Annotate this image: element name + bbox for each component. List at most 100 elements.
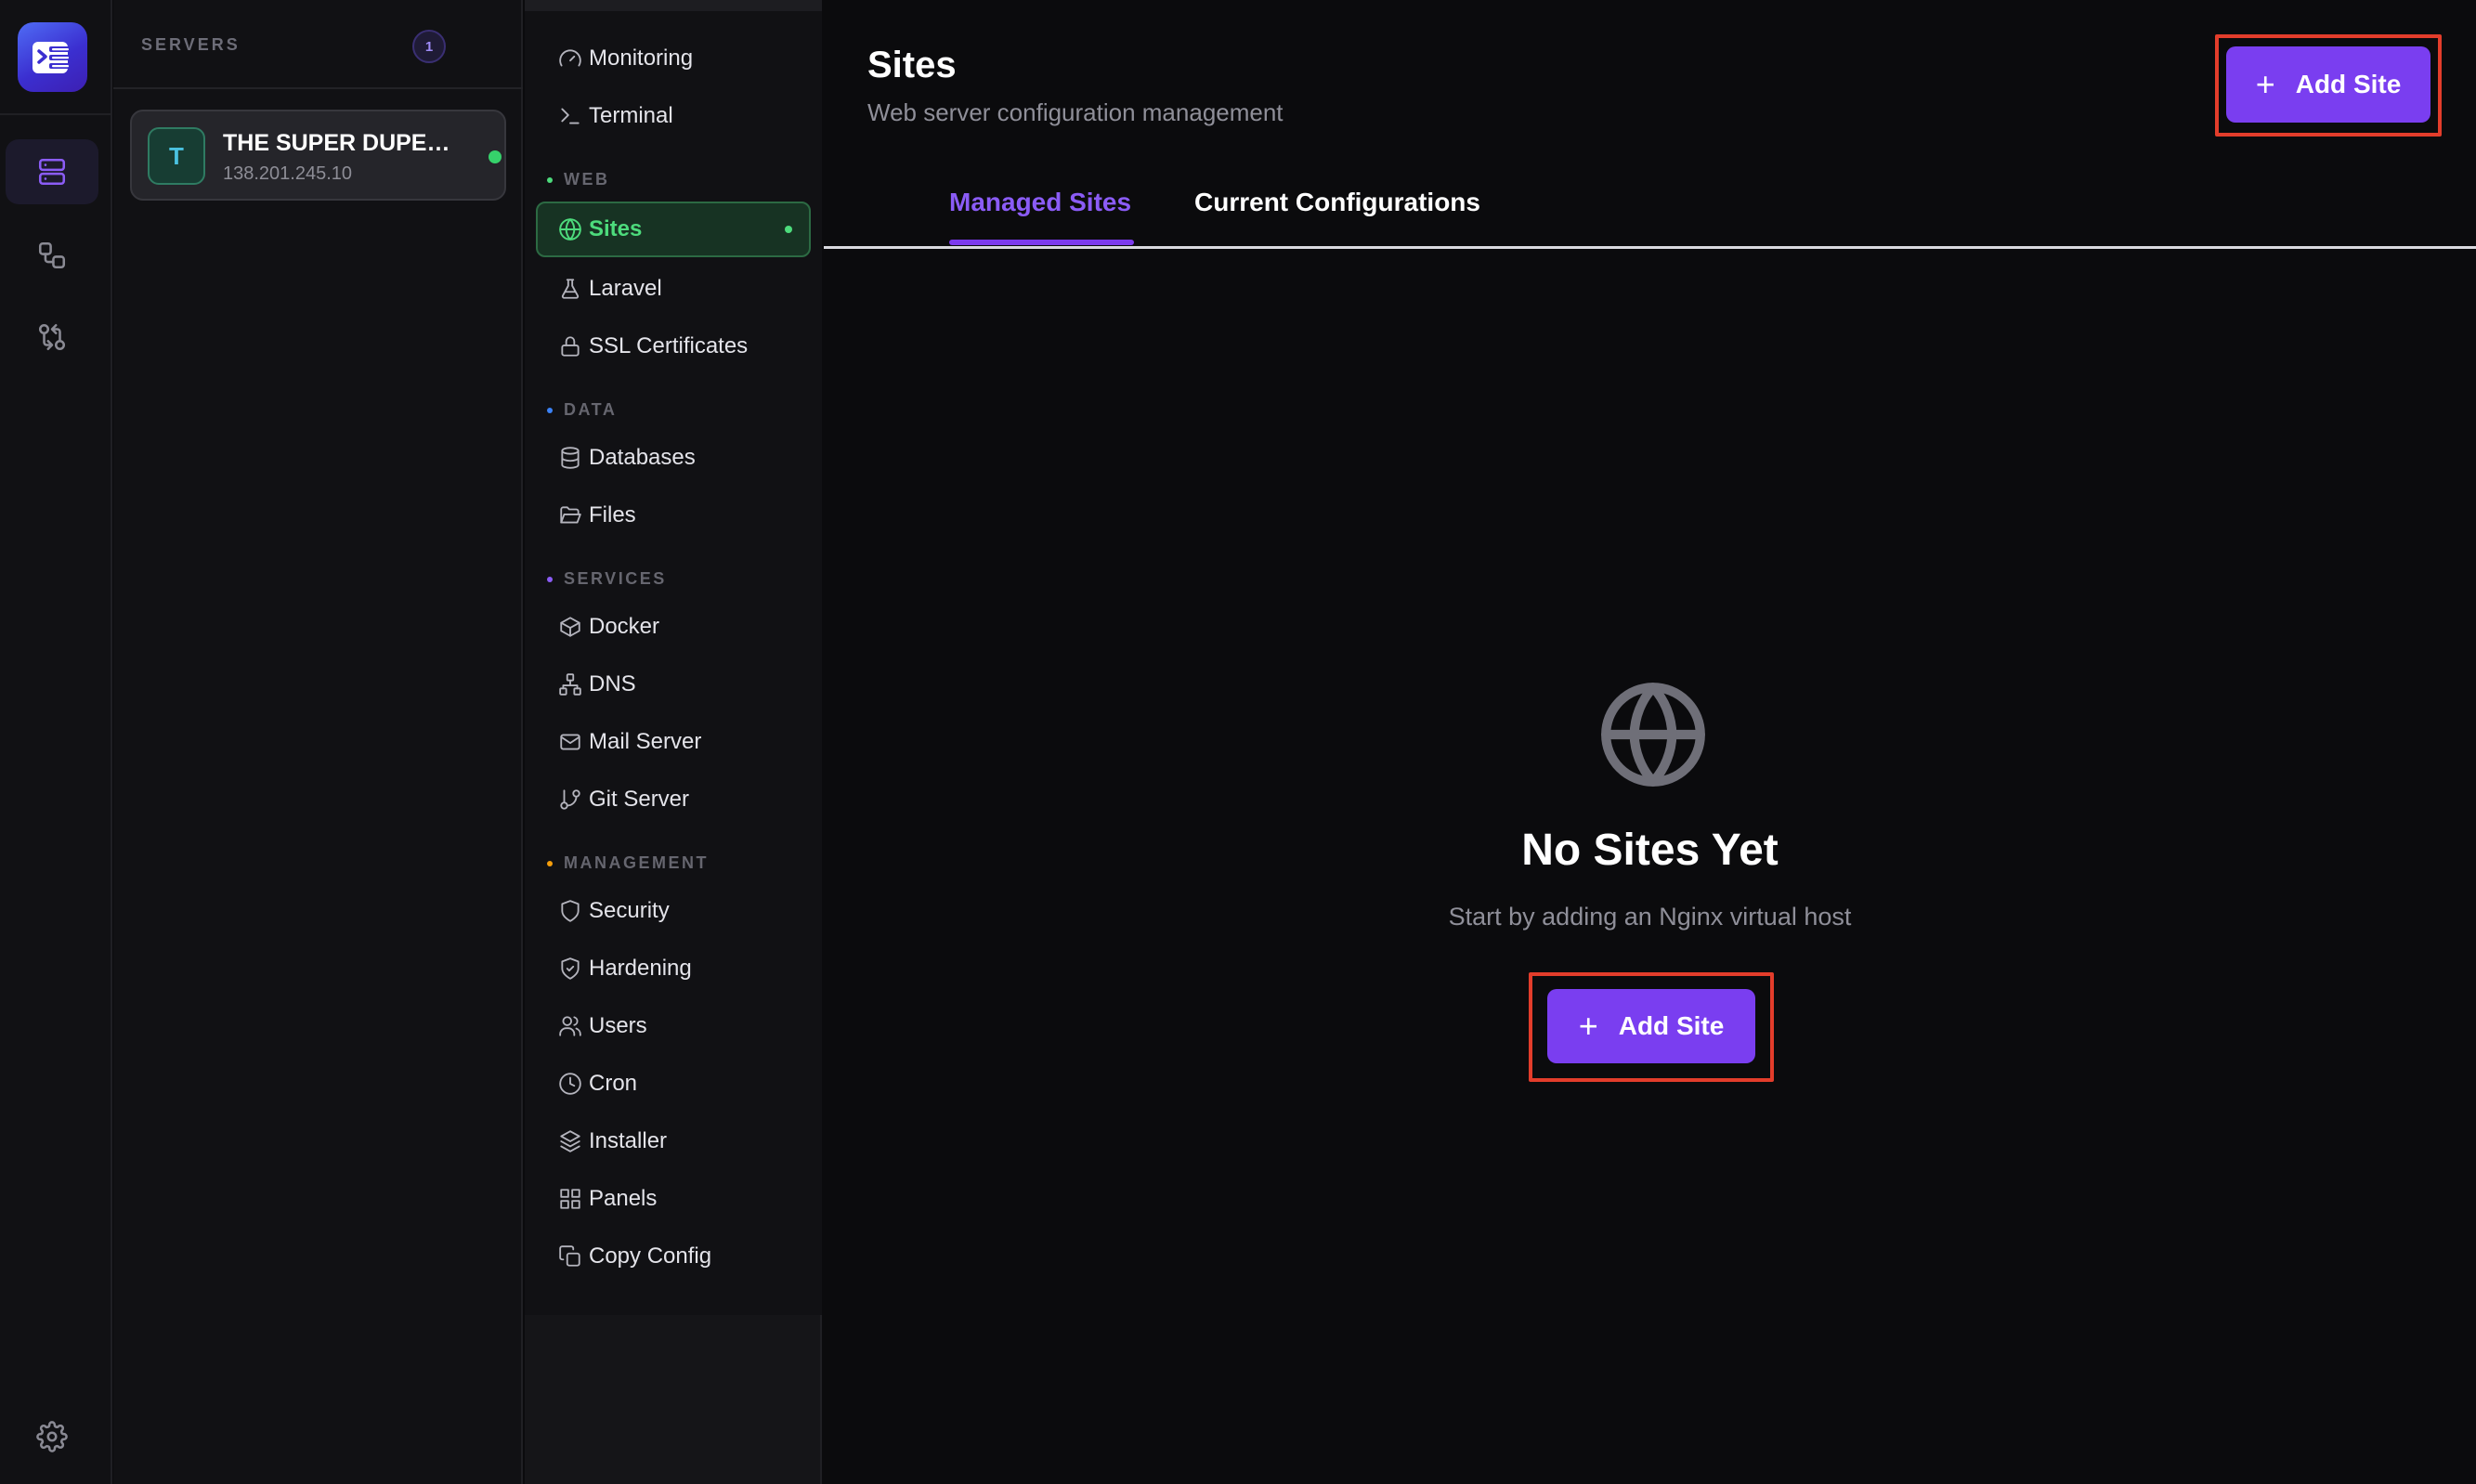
server-ip: 138.201.245.10 xyxy=(223,163,353,184)
clock-icon xyxy=(559,1073,581,1095)
tab-current-configurations[interactable]: Current Configurations xyxy=(1194,188,1480,217)
network-icon xyxy=(559,673,581,696)
nav-section-data: DATA xyxy=(547,400,617,420)
globe-icon xyxy=(1601,683,1705,787)
nav-item-monitoring[interactable]: Monitoring xyxy=(536,31,811,86)
nav-label: Databases xyxy=(589,445,696,470)
add-site-label: Add Site xyxy=(1618,1011,1725,1040)
nav-item-users[interactable]: Users xyxy=(536,998,811,1054)
nav-item-docker[interactable]: Docker xyxy=(536,599,811,655)
add-site-label: Add Site xyxy=(2295,70,2402,98)
main-content: Sites Web server configuration managemen… xyxy=(824,0,2476,1484)
database-icon xyxy=(561,447,580,469)
globe-icon xyxy=(559,218,581,241)
box-icon xyxy=(560,617,580,637)
nav-section-title: SERVICES xyxy=(564,569,667,588)
nav-label: Sites xyxy=(589,216,643,241)
add-site-header-button[interactable]: + Add Site xyxy=(2226,46,2430,123)
nav-label: Mail Server xyxy=(589,729,702,754)
nav-top-strip xyxy=(525,0,822,11)
nav-label: Users xyxy=(589,1013,647,1038)
nav-list: Monitoring Terminal WEB Sites Laravel SS… xyxy=(525,0,822,1315)
nav-item-databases[interactable]: Databases xyxy=(536,430,811,486)
section-dot xyxy=(547,407,553,413)
rail-divider xyxy=(0,113,112,115)
shield-icon xyxy=(561,900,580,922)
nav-section-services: SERVICES xyxy=(547,569,667,589)
nav-label: Security xyxy=(589,898,670,923)
plus-icon: + xyxy=(2255,65,2275,103)
nav-label: Panels xyxy=(589,1186,658,1211)
nav-item-installer[interactable]: Installer xyxy=(536,1113,811,1169)
servers-panel: SERVERS 1 T THE SUPER DUPER... 138.201.2… xyxy=(113,0,601,1484)
nav-item-terminal[interactable]: Terminal xyxy=(536,88,811,144)
icon-rail xyxy=(0,0,112,1484)
nav-item-panels[interactable]: Panels xyxy=(536,1171,811,1227)
nav-label: Files xyxy=(589,502,636,527)
git-branch-icon xyxy=(560,789,580,810)
nav-item-git-server[interactable]: Git Server xyxy=(536,772,811,827)
nav-item-dns[interactable]: DNS xyxy=(536,657,811,712)
nav-label: Monitoring xyxy=(589,46,694,71)
section-dot xyxy=(547,176,553,183)
flask-icon xyxy=(561,279,580,299)
nav-section-web: WEB xyxy=(547,170,610,189)
nav-item-hardening[interactable]: Hardening xyxy=(536,941,811,996)
package-icon xyxy=(560,1130,580,1152)
servers-count-badge: 1 xyxy=(412,30,446,63)
server-nav-menu: Monitoring Terminal WEB Sites Laravel SS… xyxy=(525,0,822,1484)
page-subtitle: Web server configuration management xyxy=(867,98,1284,126)
active-tab-underline xyxy=(949,240,1134,245)
copy-icon xyxy=(559,1245,580,1267)
nav-item-mail-server[interactable]: Mail Server xyxy=(536,714,811,770)
nav-item-cron[interactable]: Cron xyxy=(536,1056,811,1112)
server-status-dot xyxy=(489,150,502,163)
nav-label: Hardening xyxy=(589,956,692,981)
empty-state-description: Start by adding an Nginx virtual host xyxy=(1448,903,1852,931)
nav-item-sites[interactable]: Sites xyxy=(536,202,811,257)
nav-label: DNS xyxy=(589,671,636,696)
nav-label: Installer xyxy=(589,1128,668,1153)
nav-item-files[interactable]: Files xyxy=(536,488,811,543)
nav-item-laravel[interactable]: Laravel xyxy=(536,261,811,317)
servers-header: SERVERS 1 xyxy=(113,0,601,89)
servers-title: SERVERS xyxy=(141,35,241,54)
server-avatar: T xyxy=(148,127,205,185)
rail-settings-button[interactable] xyxy=(6,1404,98,1469)
empty-state-title: No Sites Yet xyxy=(1521,826,1779,875)
mail-icon xyxy=(560,734,580,750)
nav-section-title: MANAGEMENT xyxy=(564,853,709,872)
server-name: THE SUPER DUPER... xyxy=(223,130,460,156)
add-site-empty-button[interactable]: + Add Site xyxy=(1547,989,1755,1063)
app-logo-icon xyxy=(32,41,70,73)
nav-label: Git Server xyxy=(589,787,690,812)
rail-servers-button[interactable] xyxy=(6,139,98,204)
nav-item-security[interactable]: Security xyxy=(536,883,811,939)
workflow-icon xyxy=(38,241,66,269)
gear-icon xyxy=(36,1421,68,1452)
tab-managed-sites[interactable]: Managed Sites xyxy=(949,188,1131,217)
nav-label: Laravel xyxy=(589,276,662,301)
server-card[interactable]: T THE SUPER DUPER... 138.201.245.10 xyxy=(130,110,506,201)
plus-icon: + xyxy=(1578,1007,1598,1045)
server-icon xyxy=(38,158,66,186)
tab-bar: Managed Sites Current Configurations xyxy=(824,173,2476,249)
nav-item-copy-config[interactable]: Copy Config xyxy=(536,1229,811,1284)
nav-label: Terminal xyxy=(589,103,673,128)
rail-git-compare-button[interactable] xyxy=(6,305,98,370)
nav-section-title: DATA xyxy=(564,400,618,419)
folder-open-icon xyxy=(560,506,581,524)
app-logo[interactable] xyxy=(18,22,87,92)
users-icon xyxy=(559,1016,581,1036)
section-dot xyxy=(547,860,553,866)
shield-check-icon xyxy=(561,957,580,980)
git-compare-icon xyxy=(38,323,66,351)
lock-icon xyxy=(561,336,580,357)
nav-label: Copy Config xyxy=(589,1243,712,1269)
rail-workflow-button[interactable] xyxy=(6,223,98,288)
nav-item-ssl-certificates[interactable]: SSL Certificates xyxy=(536,319,811,374)
grid-icon xyxy=(560,1189,580,1209)
page-title: Sites xyxy=(867,45,957,85)
nav-label: Docker xyxy=(589,614,660,639)
nav-label: SSL Certificates xyxy=(589,333,749,358)
